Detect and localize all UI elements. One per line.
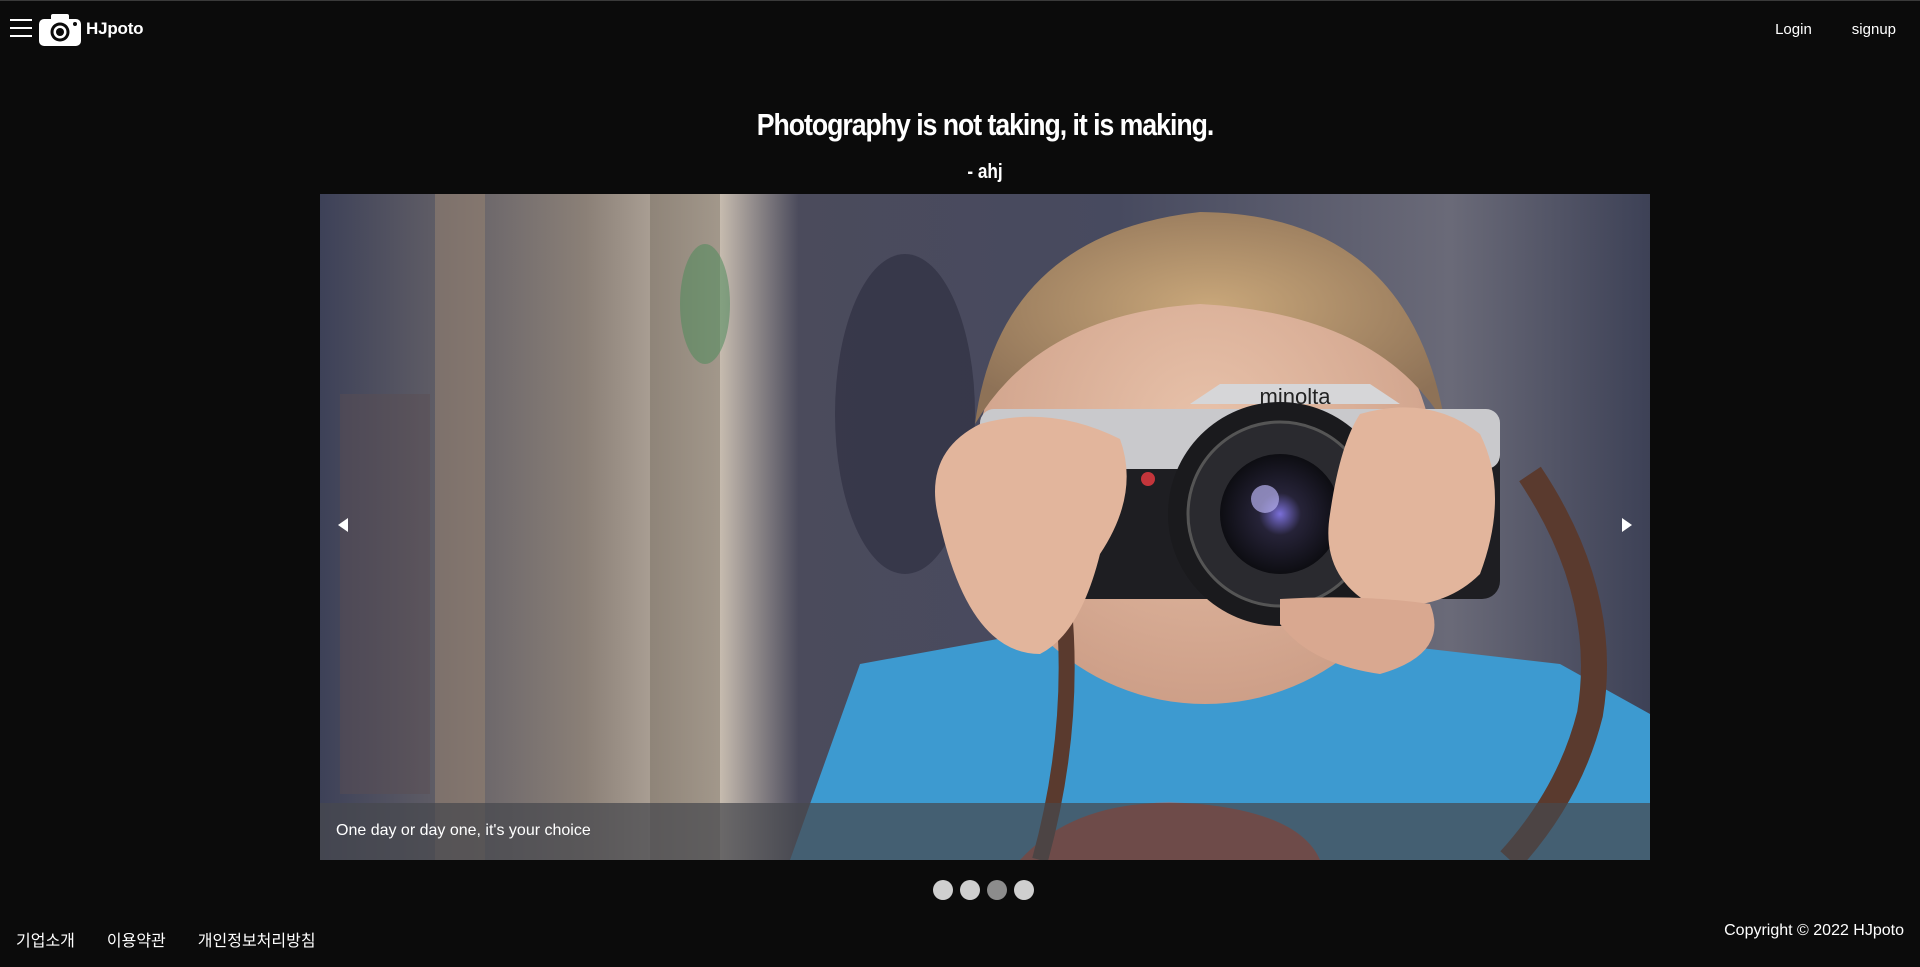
carousel-next-button[interactable] xyxy=(1612,510,1642,540)
carousel-prev-button[interactable] xyxy=(328,510,358,540)
brand-logo[interactable]: HJpoto xyxy=(39,12,144,46)
slide-caption-bar: One day or day one, it's your choice xyxy=(320,803,1650,860)
menu-bar xyxy=(10,35,32,37)
hero-author: - ahj xyxy=(967,161,1003,183)
camera-icon xyxy=(39,14,81,46)
footer-link-privacy[interactable]: 개인정보처리방침 xyxy=(198,927,316,951)
triangle-left-icon xyxy=(338,518,348,532)
auth-links: Login signup xyxy=(1775,21,1896,38)
menu-bar xyxy=(10,19,32,21)
triangle-right-icon xyxy=(1622,518,1632,532)
copyright-text: Copyright © 2022 HJpoto xyxy=(1724,922,1904,939)
carousel-dot-1[interactable] xyxy=(933,880,953,900)
image-carousel: minolta One day or day one, it's your ch… xyxy=(320,194,1650,860)
hero-quote: Photography is not taking, it is making. xyxy=(756,107,1214,142)
carousel-dot-4[interactable] xyxy=(1014,880,1034,900)
footer-link-company[interactable]: 기업소개 xyxy=(16,927,75,951)
brand-name: HJpoto xyxy=(86,19,144,38)
carousel-dot-3[interactable] xyxy=(987,880,1007,900)
carousel-dot-2[interactable] xyxy=(960,880,980,900)
carousel-indicators xyxy=(933,880,1034,900)
login-link[interactable]: Login xyxy=(1775,21,1812,38)
hamburger-menu-icon[interactable] xyxy=(10,19,32,39)
slide-photo: minolta xyxy=(320,194,1650,860)
slide-caption: One day or day one, it's your choice xyxy=(336,822,591,839)
top-header: HJpoto Login signup xyxy=(0,1,1920,57)
footer-links: 기업소개 이용약관 개인정보처리방침 xyxy=(16,927,348,951)
signup-link[interactable]: signup xyxy=(1852,21,1896,38)
footer-link-terms[interactable]: 이용약관 xyxy=(107,927,166,951)
menu-bar xyxy=(10,27,32,29)
